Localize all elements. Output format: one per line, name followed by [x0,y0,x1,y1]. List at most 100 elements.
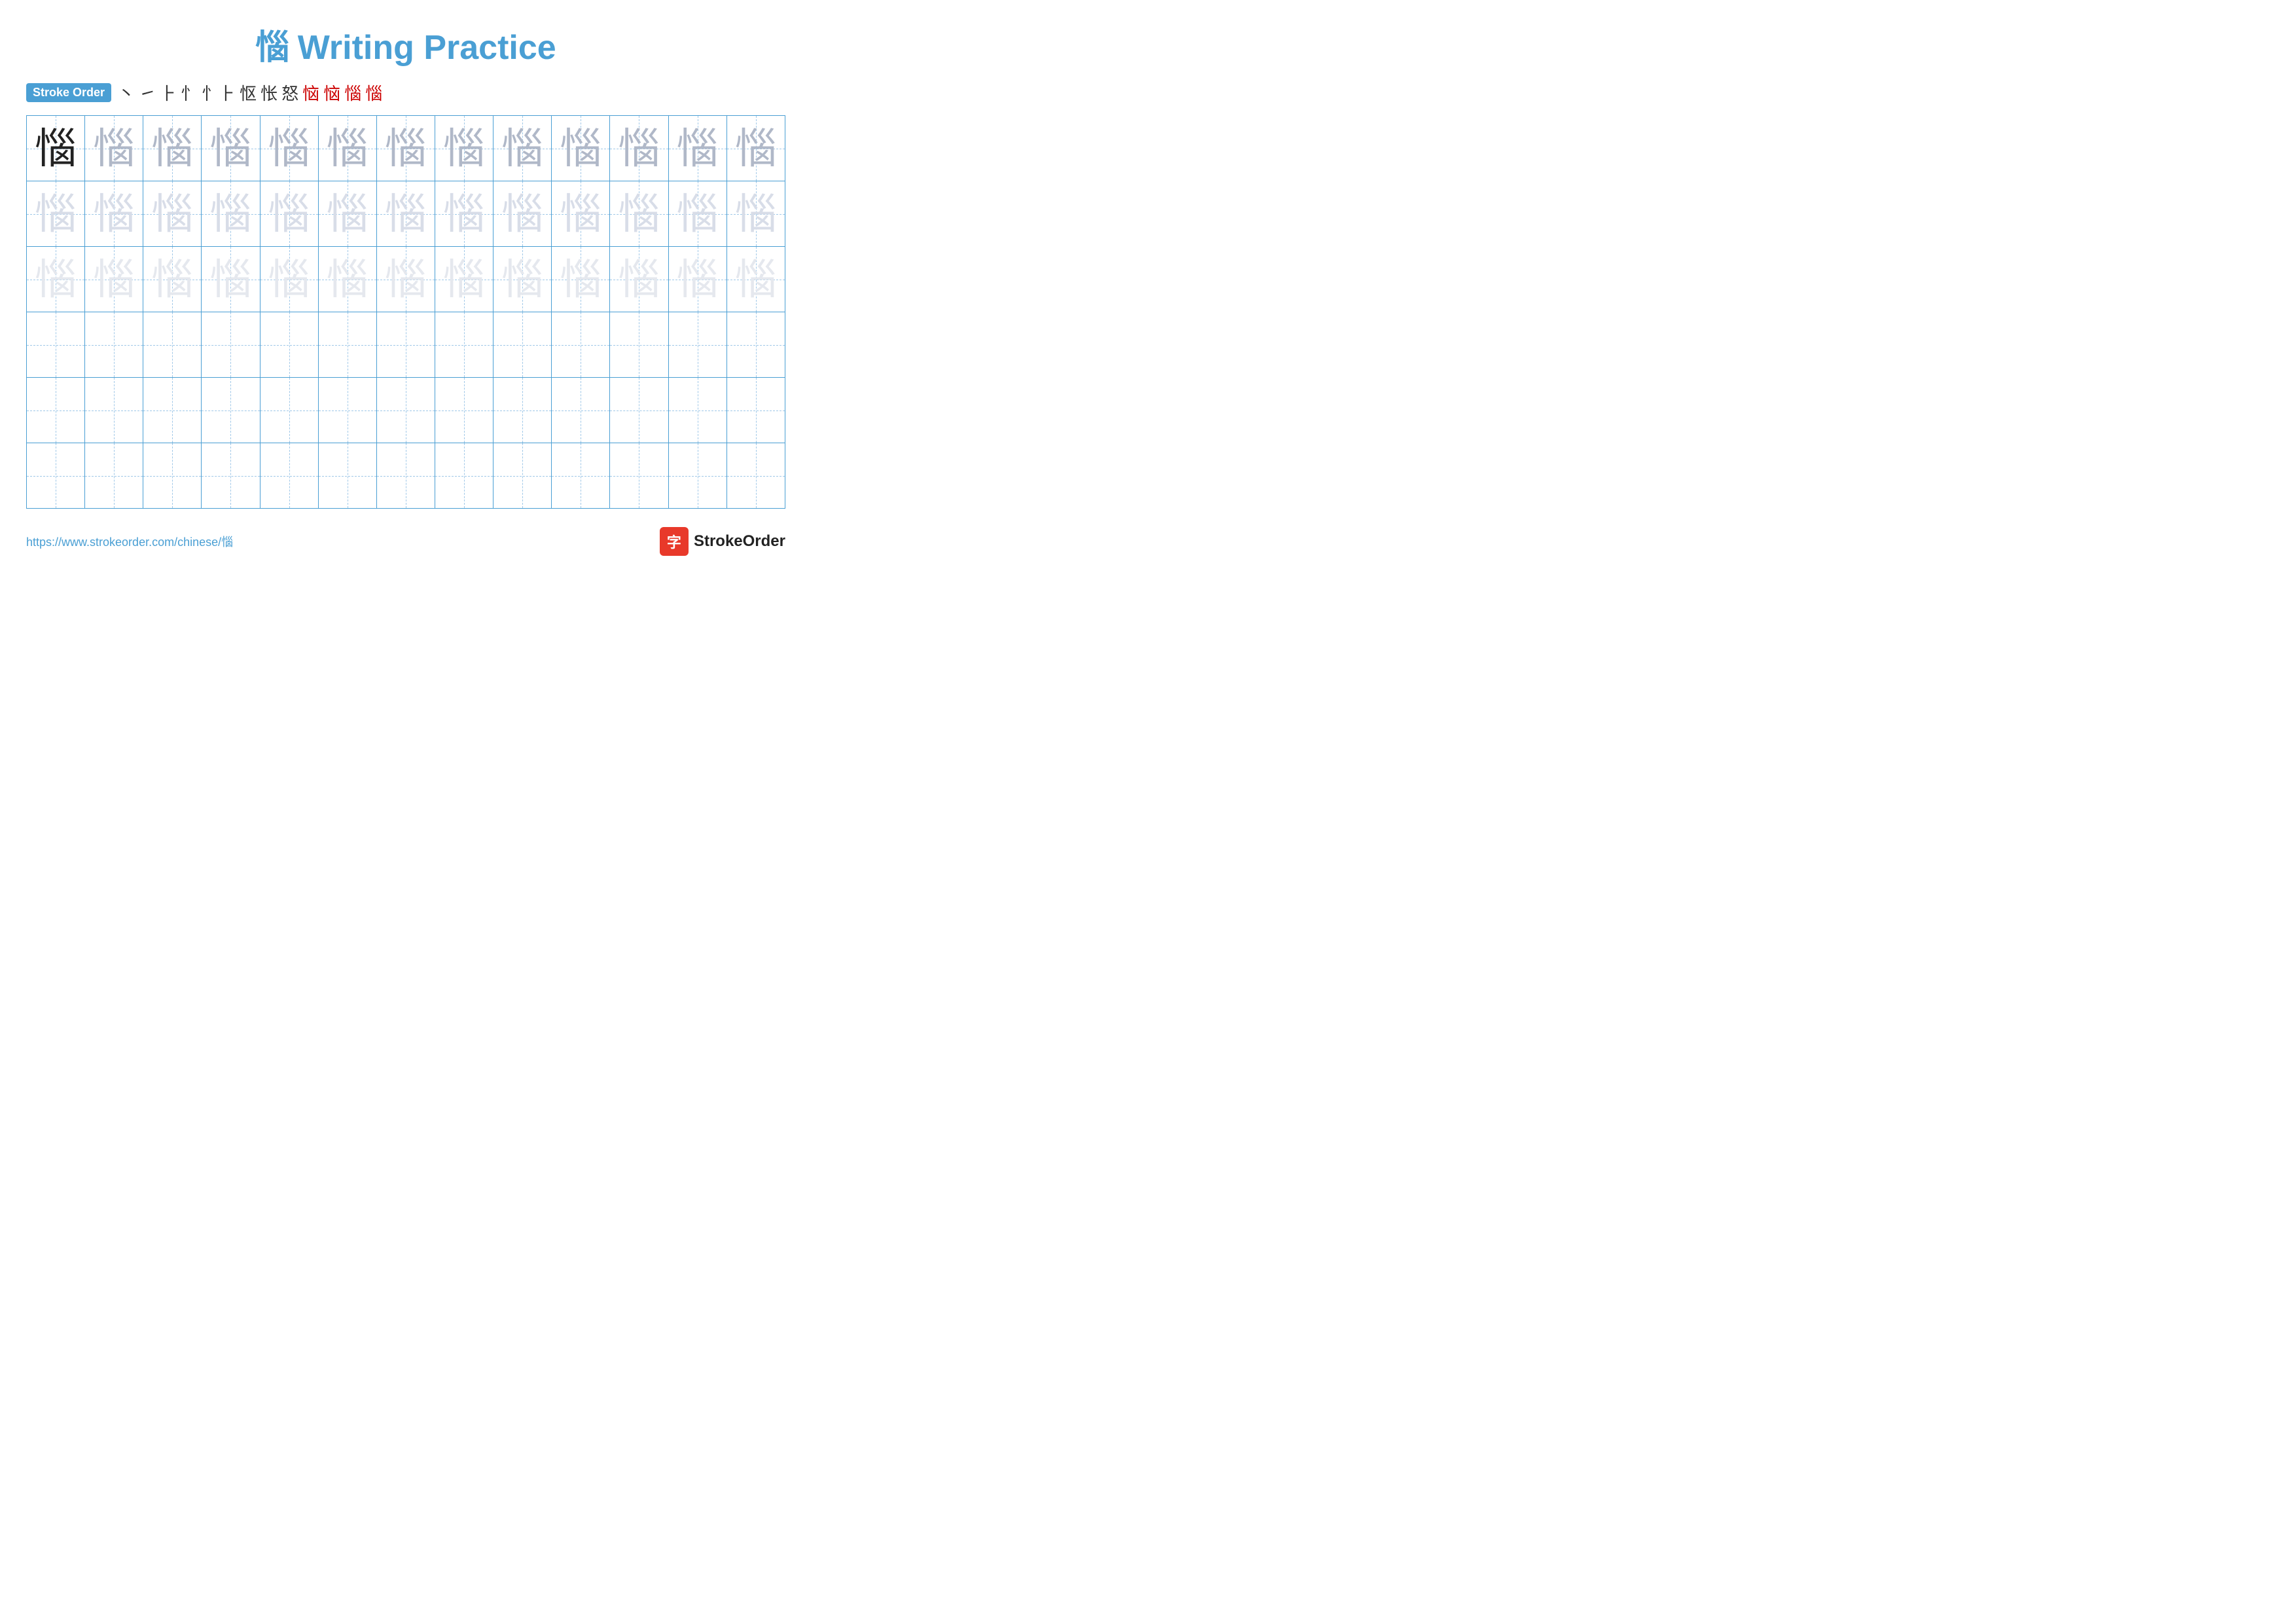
char-lighter: 惱 [618,256,660,303]
stroke-12: 惱 [365,81,382,105]
grid-cell-r6-c7 [376,443,435,509]
char-lighter: 惱 [209,256,251,303]
char-lighter: 惱 [35,256,77,303]
char-light: 惱 [93,191,135,238]
grid-cell-r1-c5: 惱 [260,116,318,181]
char-light: 惱 [677,191,719,238]
grid-cell-r3-c12: 惱 [668,247,726,312]
grid-cell-r1-c8: 惱 [435,116,493,181]
grid-cell-r4-c6 [318,312,376,378]
grid-cell-r3-c13: 惱 [726,247,785,312]
char-lighter: 惱 [677,256,719,303]
stroke-3: ⺊ [160,81,177,105]
grid-cell-r3-c9: 惱 [493,247,552,312]
grid-cell-r6-c13 [726,443,785,509]
brand-icon: 字 [660,527,689,556]
grid-cell-r4-c9 [493,312,552,378]
grid-cell-r1-c1: 惱 [27,116,85,181]
practice-row-1: 惱 惱 惱 惱 惱 惱 惱 惱 惱 惱 惱 惱 [27,116,785,181]
stroke-order-row: Stroke Order 丶 ㇀ ⺊ 忄 忄⺊ 怄 怅 怒 恼 恼 惱 惱 [26,81,785,105]
grid-cell-r2-c10: 惱 [552,181,610,247]
char-light: 惱 [385,191,427,238]
title-section: 惱 Writing Practice [26,20,785,69]
char-lighter: 惱 [443,256,485,303]
grid-cell-r1-c4: 惱 [202,116,260,181]
char-lighter: 惱 [327,256,368,303]
grid-cell-r4-c13 [726,312,785,378]
char-medium: 惱 [501,125,543,172]
stroke-steps: 丶 ㇀ ⺊ 忄 忄⺊ 怄 怅 怒 恼 恼 惱 惱 [118,81,382,105]
char-medium: 惱 [735,125,777,172]
grid-cell-r5-c5 [260,378,318,443]
grid-cell-r5-c11 [610,378,668,443]
grid-cell-r6-c12 [668,443,726,509]
grid-cell-r3-c2: 惱 [85,247,143,312]
grid-cell-r2-c5: 惱 [260,181,318,247]
grid-cell-r5-c10 [552,378,610,443]
practice-row-6 [27,443,785,509]
grid-cell-r4-c2 [85,312,143,378]
grid-cell-r5-c9 [493,378,552,443]
grid-cell-r5-c2 [85,378,143,443]
stroke-6: 怄 [240,81,257,105]
grid-cell-r2-c11: 惱 [610,181,668,247]
char-lighter: 惱 [151,256,193,303]
stroke-9: 恼 [302,81,319,105]
grid-cell-r6-c2 [85,443,143,509]
grid-cell-r3-c8: 惱 [435,247,493,312]
grid-cell-r4-c4 [202,312,260,378]
grid-cell-r2-c8: 惱 [435,181,493,247]
practice-row-2: 惱 惱 惱 惱 惱 惱 惱 惱 惱 惱 惱 惱 [27,181,785,247]
char-light: 惱 [151,191,193,238]
char-medium: 惱 [268,125,310,172]
grid-cell-r2-c2: 惱 [85,181,143,247]
grid-cell-r3-c7: 惱 [376,247,435,312]
stroke-7: 怅 [260,81,278,105]
grid-cell-r5-c13 [726,378,785,443]
grid-cell-r5-c12 [668,378,726,443]
char-light: 惱 [209,191,251,238]
char-medium: 惱 [151,125,193,172]
grid-cell-r5-c8 [435,378,493,443]
stroke-10: 恼 [323,81,340,105]
grid-cell-r1-c3: 惱 [143,116,202,181]
grid-cell-r3-c5: 惱 [260,247,318,312]
grid-cell-r3-c11: 惱 [610,247,668,312]
char-medium: 惱 [385,125,427,172]
practice-row-4 [27,312,785,378]
grid-cell-r3-c10: 惱 [552,247,610,312]
grid-cell-r6-c5 [260,443,318,509]
footer-brand: 字 StrokeOrder [660,527,785,556]
char-light: 惱 [35,191,77,238]
grid-cell-r6-c11 [610,443,668,509]
grid-cell-r4-c5 [260,312,318,378]
grid-cell-r3-c6: 惱 [318,247,376,312]
grid-cell-r6-c6 [318,443,376,509]
char-light: 惱 [735,191,777,238]
stroke-8: 怒 [281,81,298,105]
grid-cell-r6-c1 [27,443,85,509]
grid-cell-r3-c3: 惱 [143,247,202,312]
grid-cell-r1-c7: 惱 [376,116,435,181]
practice-grid: 惱 惱 惱 惱 惱 惱 惱 惱 惱 惱 惱 惱 [26,115,785,509]
stroke-4: 忄 [181,81,198,105]
grid-cell-r5-c3 [143,378,202,443]
char-medium: 惱 [327,125,368,172]
grid-cell-r4-c11 [610,312,668,378]
grid-cell-r2-c9: 惱 [493,181,552,247]
char-light: 惱 [501,191,543,238]
char-lighter: 惱 [385,256,427,303]
grid-cell-r4-c8 [435,312,493,378]
footer: https://www.strokeorder.com/chinese/惱 字 … [26,527,785,556]
grid-cell-r6-c4 [202,443,260,509]
title-char: 惱 [255,29,289,67]
grid-cell-r3-c1: 惱 [27,247,85,312]
grid-cell-r6-c9 [493,443,552,509]
grid-cell-r4-c3 [143,312,202,378]
char-medium: 惱 [93,125,135,172]
grid-cell-r6-c8 [435,443,493,509]
title-text: Writing Practice [298,29,556,67]
char-lighter: 惱 [560,256,601,303]
grid-cell-r1-c13: 惱 [726,116,785,181]
footer-url: https://www.strokeorder.com/chinese/惱 [26,533,233,550]
